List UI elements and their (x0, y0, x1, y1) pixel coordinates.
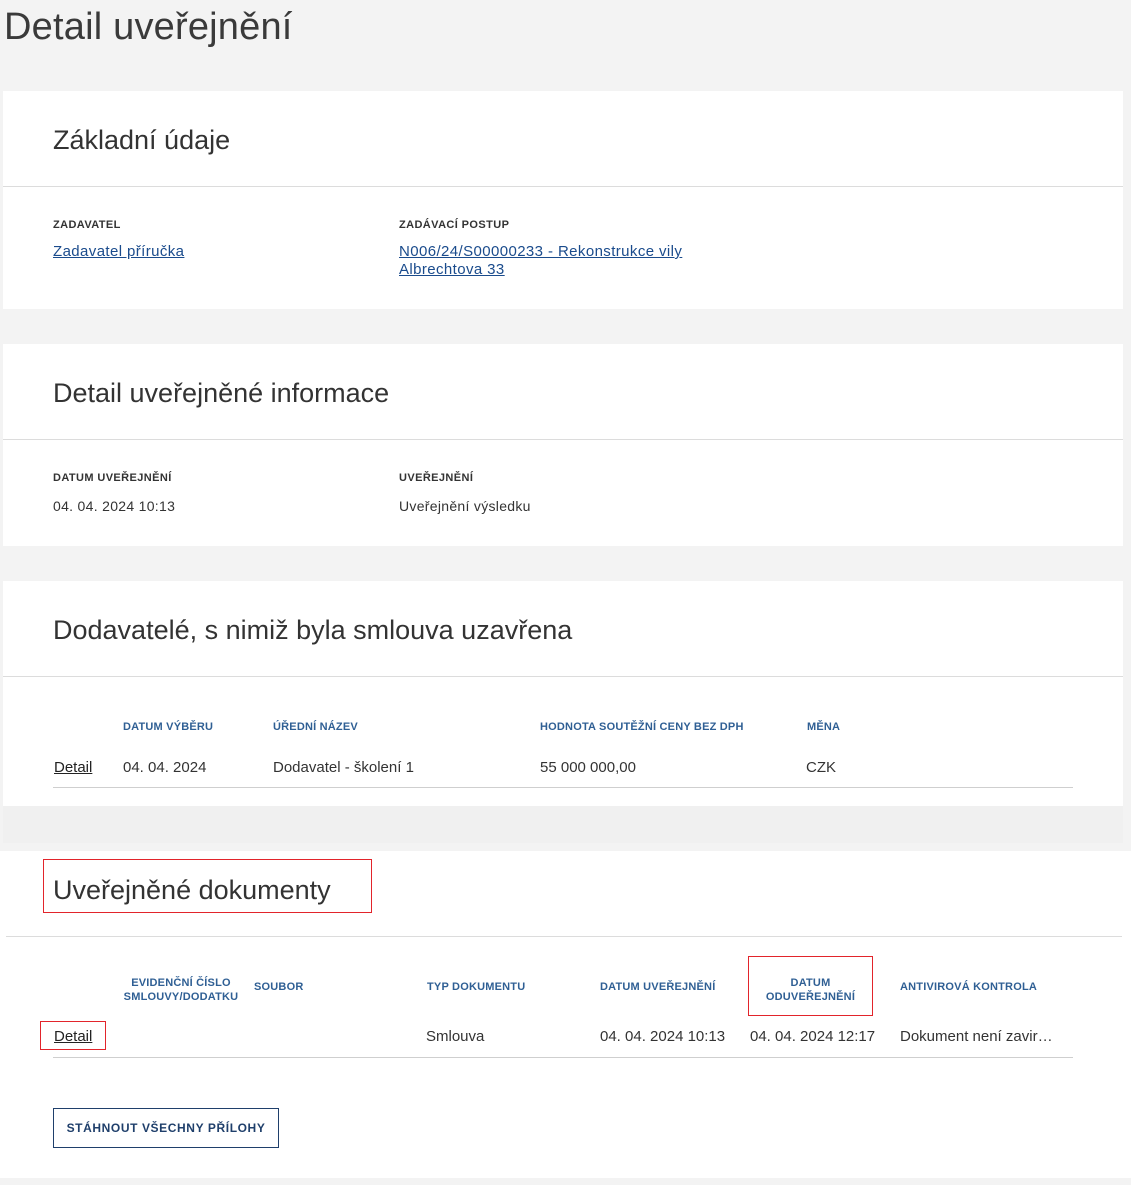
documents-divider (6, 936, 1122, 937)
uverejneni-value: Uveřejnění výsledku (399, 498, 531, 514)
suppliers-col-mena: MĚNA (807, 721, 841, 733)
documents-row-detail-highlight (40, 1021, 106, 1050)
suppliers-row-detail-link[interactable]: Detail (54, 759, 92, 776)
documents-row-divider (53, 1057, 1073, 1058)
suppliers-row-nazev: Dodavatel - školení 1 (273, 759, 414, 776)
documents-col-evidencni-line1: EVIDENČNÍ ČÍSLO (131, 977, 231, 989)
basic-info-card: Základní údaje ZADAVATEL Zadavatel příru… (3, 91, 1123, 309)
documents-col-evidencni-cislo: EVIDENČNÍ ČÍSLO SMLOUVY/DODATKU (122, 976, 240, 1004)
publication-info-card: Detail uveřejněné informace DATUM UVEŘEJ… (3, 344, 1123, 546)
documents-row-datum-oduverejneni: 04. 04. 2024 12:17 (750, 1028, 876, 1045)
suppliers-card-inner: Dodavatelé, s nimiž byla smlouva uzavřen… (3, 581, 1123, 806)
documents-row-antivir: Dokument není zaviro… (900, 1028, 1060, 1045)
suppliers-row-mena: CZK (806, 759, 836, 776)
basic-info-divider (3, 186, 1123, 187)
suppliers-row-datum: 04. 04. 2024 (123, 759, 207, 776)
documents-col-evidencni-line2: SMLOUVY/DODATKU (123, 991, 239, 1003)
datum-uverejneni-value: 04. 04. 2024 10:13 (53, 498, 176, 514)
suppliers-col-uredni-nazev: ÚŘEDNÍ NÁZEV (273, 721, 358, 733)
documents-row-typ: Smlouva (426, 1028, 485, 1045)
zadavaci-postup-label: ZADÁVACÍ POSTUP (399, 219, 510, 231)
documents-card: Uveřejněné dokumenty EVIDENČNÍ ČÍSLO SML… (0, 851, 1131, 1178)
zadavaci-postup-link[interactable]: N006/24/S00000233 - Rekonstrukce vily Al… (399, 243, 729, 279)
suppliers-card: Dodavatelé, s nimiž byla smlouva uzavřen… (3, 581, 1123, 843)
download-all-attachments-button[interactable]: STÁHNOUT VŠECHNY PŘÍLOHY (53, 1108, 279, 1148)
documents-col-typ: TYP DOKUMENTU (427, 981, 526, 993)
documents-row-datum-uverejneni: 04. 04. 2024 10:13 (600, 1028, 726, 1045)
suppliers-col-hodnota: HODNOTA SOUTĚŽNÍ CENY BEZ DPH (540, 721, 744, 733)
suppliers-col-datum-vyberu: DATUM VÝBĚRU (123, 721, 214, 733)
zadavaci-postup-link-line1: N006/24/S00000233 - Rekonstrukce vily (399, 243, 683, 260)
page-title: Detail uveřejnění (4, 6, 293, 48)
uverejneni-label: UVEŘEJNĚNÍ (399, 472, 474, 484)
suppliers-divider (3, 676, 1123, 677)
suppliers-title: Dodavatelé, s nimiž byla smlouva uzavřen… (53, 615, 573, 645)
suppliers-row-divider (53, 787, 1073, 788)
documents-col-oduverejneni-highlight (748, 956, 873, 1016)
documents-col-antivir: ANTIVIROVÁ KONTROLA (900, 981, 1038, 993)
datum-uverejneni-label: DATUM UVEŘEJNĚNÍ (53, 472, 172, 484)
publication-info-title: Detail uveřejněné informace (53, 378, 390, 408)
zadavaci-postup-link-line2: Albrechtova 33 (399, 261, 505, 278)
documents-col-soubor: SOUBOR (254, 981, 304, 993)
zadavatel-label: ZADAVATEL (53, 219, 121, 231)
documents-title-highlight (43, 859, 372, 913)
suppliers-row-hodnota: 55 000 000,00 (540, 759, 636, 776)
zadavatel-link[interactable]: Zadavatel příručka (53, 243, 184, 261)
basic-info-title: Základní údaje (53, 125, 231, 155)
documents-col-datum-uverejneni: DATUM UVEŘEJNĚNÍ (600, 981, 716, 993)
publication-info-divider (3, 439, 1123, 440)
